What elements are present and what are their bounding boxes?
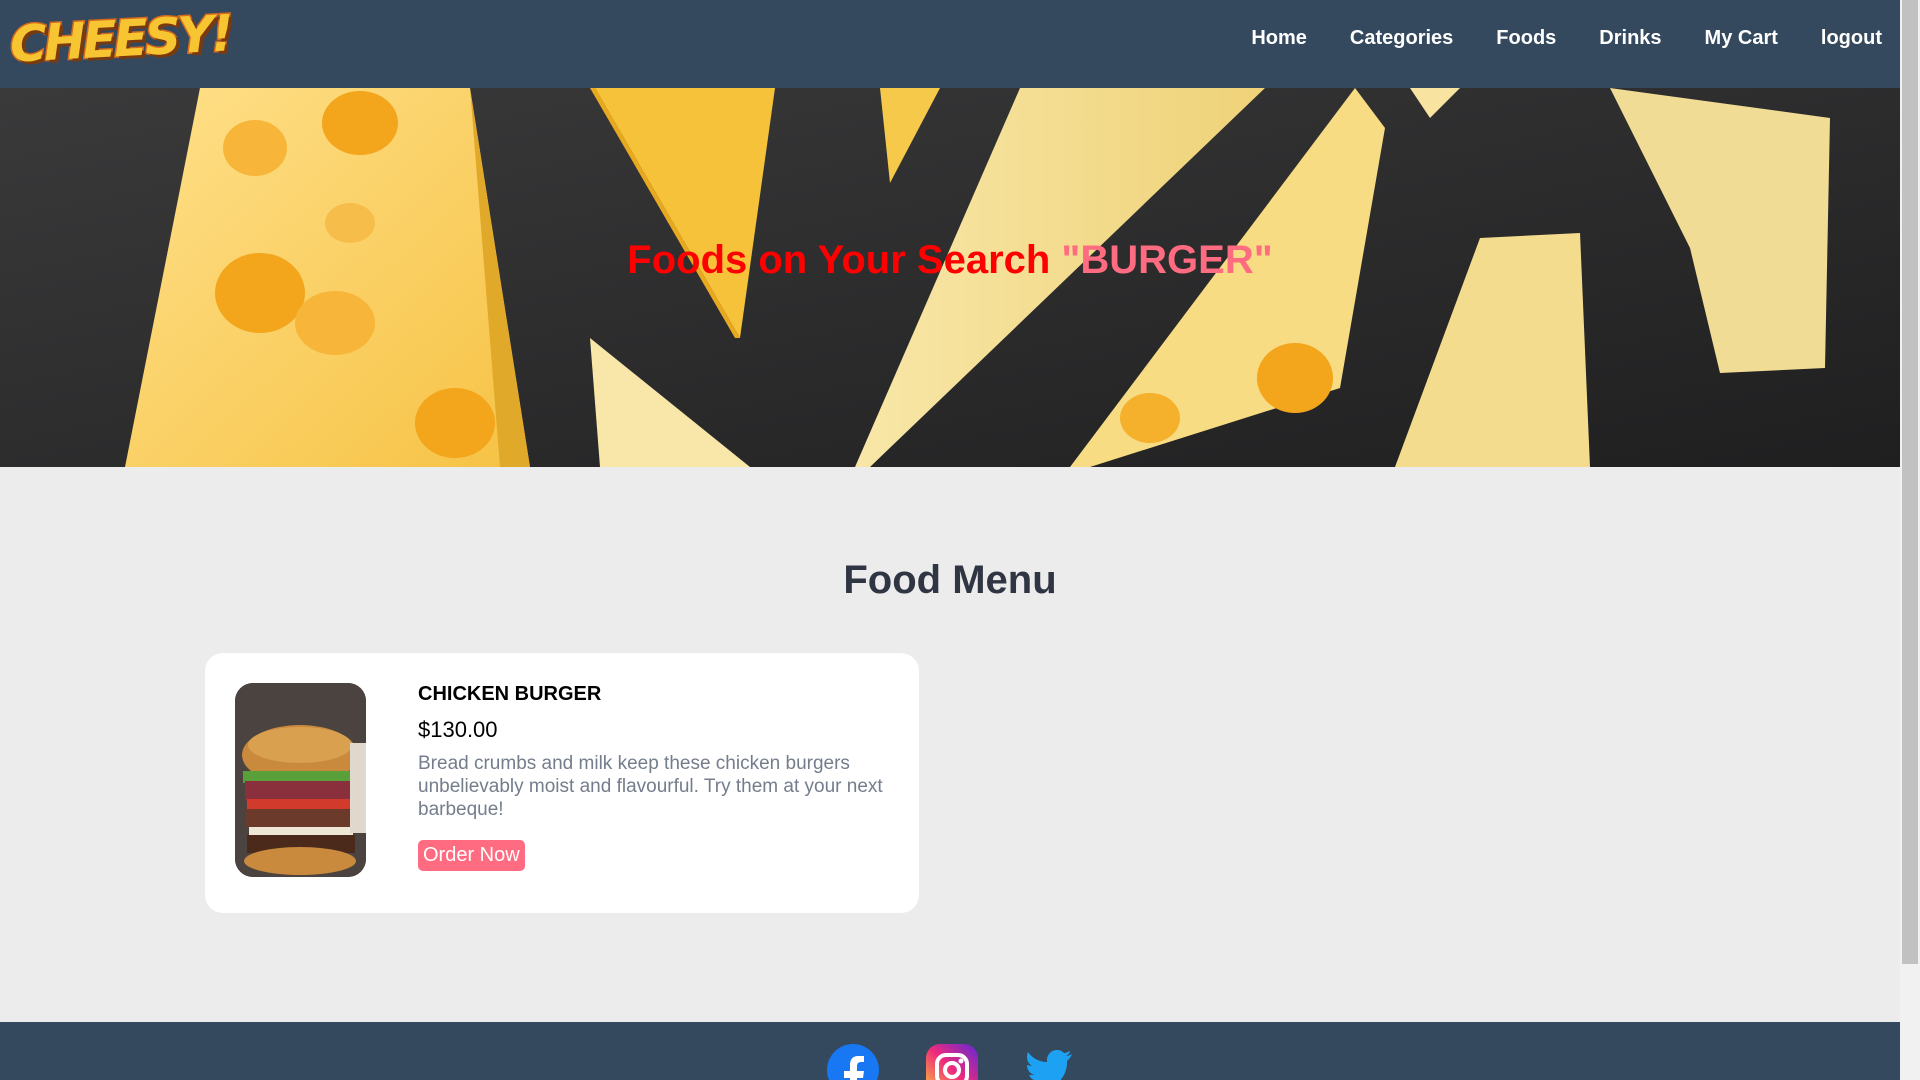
food-menu-item-card: CHICKEN BURGER $130.00 Bread crumbs and … <box>205 653 919 913</box>
search-heading-prefix: Foods on Your Search <box>627 238 1062 282</box>
nav-links: Home Categories Foods Drinks My Cart log… <box>1208 0 1882 76</box>
nav-my-cart-link[interactable]: My Cart <box>1705 27 1778 50</box>
nav-categories-link[interactable]: Categories <box>1350 27 1453 50</box>
nav-logout-link[interactable]: logout <box>1821 27 1882 50</box>
page-scrollbar[interactable] <box>1900 0 1920 1080</box>
food-item-name: CHICKEN BURGER <box>418 683 602 705</box>
scrollbar-thumb[interactable] <box>1902 0 1918 964</box>
burger-photo-icon <box>235 683 366 877</box>
search-results-heading: Foods on Your Search "BURGER" <box>0 238 1900 283</box>
search-hero-banner: Foods on Your Search "BURGER" <box>0 88 1900 467</box>
top-navbar: CHEESY! Home Categories Foods Drinks My … <box>0 0 1900 88</box>
facebook-icon[interactable] <box>827 1044 879 1080</box>
chicken-burger-image <box>235 683 366 877</box>
order-now-button[interactable]: Order Now <box>418 840 525 871</box>
logo-text: CHEESY! <box>7 3 234 75</box>
food-menu-title: Food Menu <box>843 558 1057 602</box>
search-query-text: "BURGER" <box>1061 238 1273 282</box>
nav-foods-link[interactable]: Foods <box>1496 27 1556 50</box>
brand-logo[interactable]: CHEESY! <box>6 3 234 78</box>
food-item-description: Bread crumbs and milk keep these chicken… <box>418 753 883 820</box>
nav-home-link[interactable]: Home <box>1251 27 1307 50</box>
food-item-price: $130.00 <box>418 717 498 742</box>
instagram-icon[interactable] <box>926 1044 978 1080</box>
social-footer <box>0 1022 1900 1080</box>
nav-drinks-link[interactable]: Drinks <box>1599 27 1661 50</box>
twitter-icon[interactable] <box>1022 1044 1074 1080</box>
